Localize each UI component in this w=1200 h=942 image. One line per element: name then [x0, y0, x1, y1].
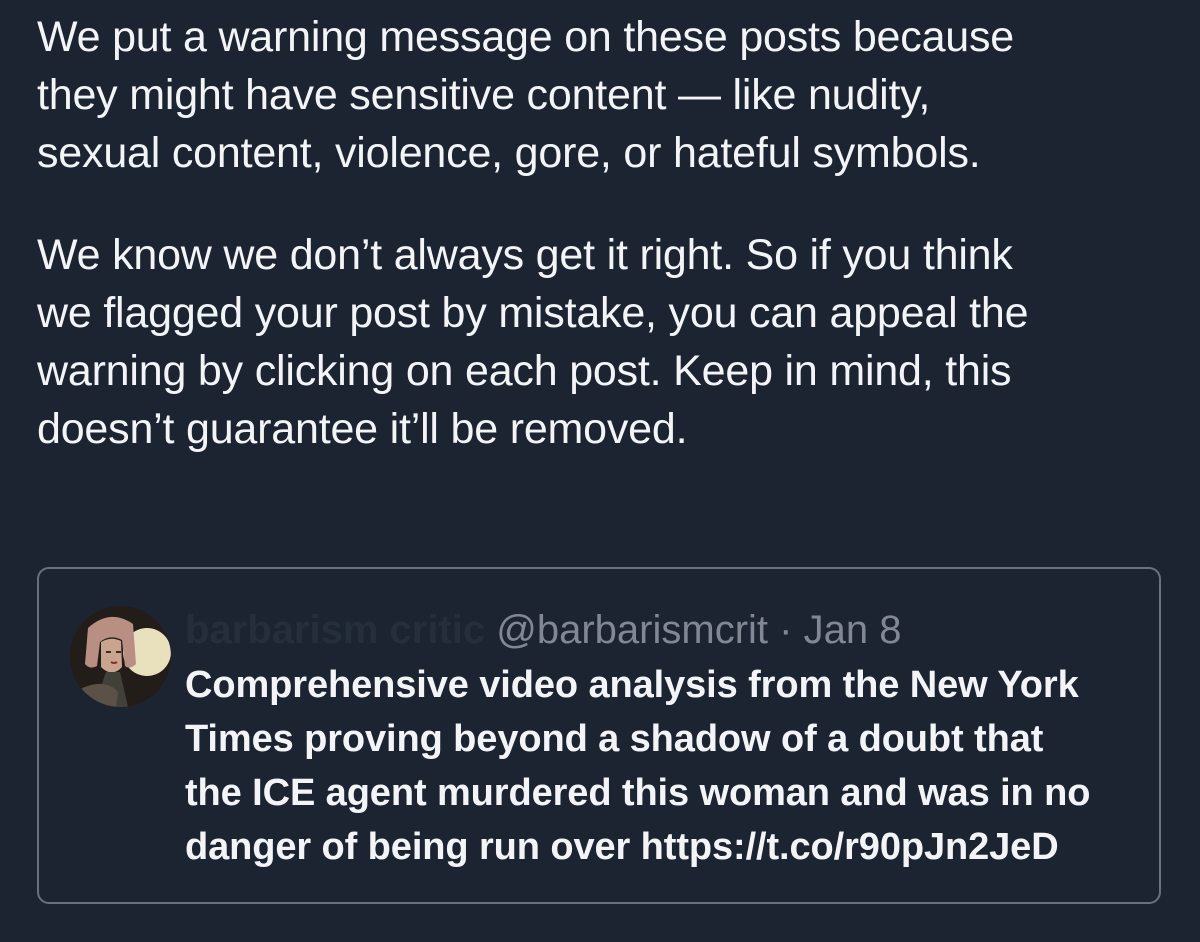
notice-line: we flagged your post by mistake, you can…	[37, 289, 1029, 337]
author-display-name[interactable]: barbarism critic	[185, 608, 485, 652]
notice-line: We put a warning message on these posts …	[37, 13, 1015, 61]
author-handle[interactable]: @barbarismcrit	[496, 608, 768, 652]
meta-separator: ·	[779, 608, 793, 652]
notice-line: doesn’t guarantee it’ll be removed.	[37, 405, 688, 453]
notice-line: We know we don’t always get it right. So…	[37, 231, 1013, 279]
post-date[interactable]: Jan 8	[804, 608, 902, 652]
quoted-post-body: barbarism critic @barbarismcrit · Jan 8 …	[185, 606, 1145, 874]
notice-paragraph-1: We put a warning message on these posts …	[37, 8, 1177, 182]
post-text-line: Times proving beyond a shadow of a doubt…	[185, 718, 1044, 760]
notice-line: sexual content, violence, gore, or hatef…	[37, 129, 981, 177]
profile-avatar-icon[interactable]	[70, 606, 171, 707]
quoted-post-text: Comprehensive video analysis from the Ne…	[185, 658, 1145, 874]
notice-line: they might have sensitive content — like…	[37, 71, 931, 119]
notice-paragraph-2: We know we don’t always get it right. So…	[37, 226, 1177, 458]
avatar-illustration	[70, 606, 171, 707]
post-text-line: Comprehensive video analysis from the Ne…	[185, 664, 1079, 706]
quoted-post-card[interactable]: barbarism critic @barbarismcrit · Jan 8 …	[37, 567, 1161, 904]
post-text-line: the ICE agent murdered this woman and wa…	[185, 772, 1091, 814]
warning-notice: We put a warning message on these posts …	[37, 8, 1177, 458]
quoted-post-header: barbarism critic @barbarismcrit · Jan 8	[185, 606, 1145, 654]
post-text-line: danger of being run over https://t.co/r9…	[185, 826, 1059, 868]
notice-line: warning by clicking on each post. Keep i…	[37, 347, 1012, 395]
